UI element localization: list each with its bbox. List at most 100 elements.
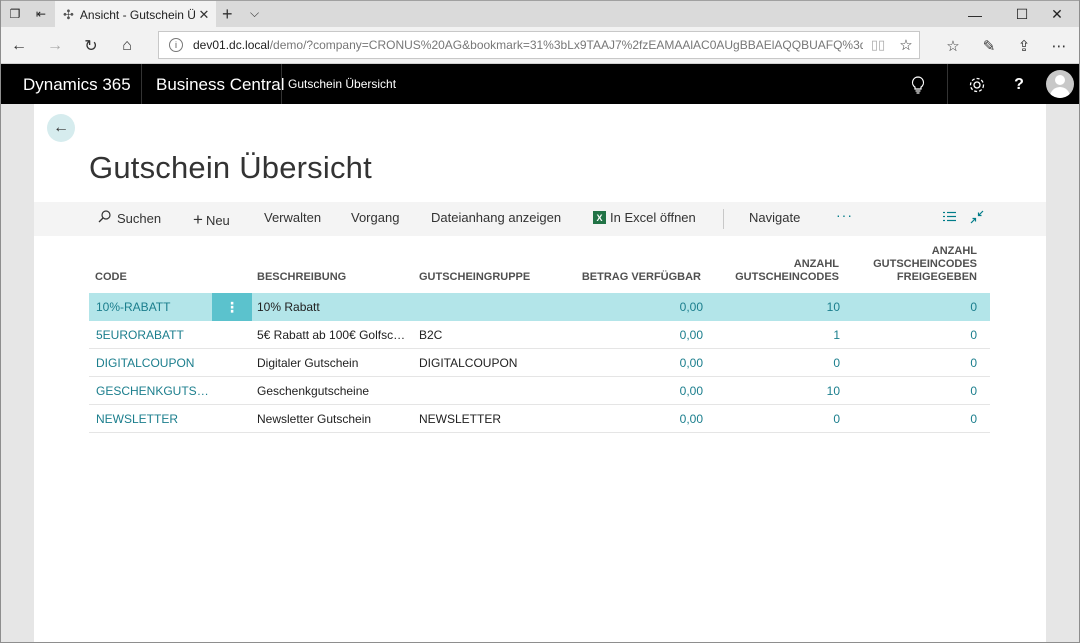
avatar-head xyxy=(1055,75,1065,85)
brand-name[interactable]: Dynamics 365 xyxy=(23,75,131,95)
amount-cell[interactable]: 0,00 xyxy=(680,384,703,398)
back-button[interactable]: ← xyxy=(47,114,75,142)
site-info-icon[interactable]: i xyxy=(169,38,183,52)
table-row[interactable]: GESCHENKGUTSCHE... Geschenkgutscheine 0,… xyxy=(89,377,990,405)
header-page-name: Gutschein Übersicht xyxy=(288,77,397,91)
close-window-icon[interactable]: ✕ xyxy=(1034,1,1080,28)
search-label: Suchen xyxy=(117,210,162,226)
tab-manager-icon[interactable]: ❐ xyxy=(6,5,24,23)
home-icon[interactable]: ⌂ xyxy=(116,35,138,57)
description-cell: Geschenkgutscheine xyxy=(257,384,370,398)
description-cell: Digitaler Gutschein xyxy=(257,356,359,370)
column-header-released-line2: GUTSCHEINCODES xyxy=(873,258,977,270)
count-cell[interactable]: 1 xyxy=(833,328,840,342)
table-row[interactable]: DIGITALCOUPON Digitaler Gutschein DIGITA… xyxy=(89,349,990,377)
close-tab-icon[interactable]: ✕ xyxy=(196,7,212,23)
header-divider xyxy=(141,64,142,104)
released-cell[interactable]: 0 xyxy=(970,412,977,426)
description-cell: 10% Rabatt xyxy=(257,300,320,314)
column-header-count[interactable]: ANZAHL GUTSCHEINCODES xyxy=(735,258,839,284)
web-note-pen-icon[interactable]: ✎ xyxy=(978,35,1000,57)
user-avatar[interactable] xyxy=(1046,70,1074,98)
browser-tab-bar: ❐ ⇤ ✣ Ansicht - Gutschein Übe ✕ + ⌵ — ☐ … xyxy=(0,0,1080,28)
table-row[interactable]: 5EURORABATT 5€ Rabatt ab 100€ Golfschlä.… xyxy=(89,321,990,349)
back-arrow-icon: ← xyxy=(53,119,69,136)
header-divider xyxy=(947,64,948,104)
open-in-excel-label: In Excel öffnen xyxy=(610,210,696,225)
list-view-icon[interactable] xyxy=(943,210,956,225)
more-options-button[interactable]: ··· xyxy=(836,207,853,223)
new-button[interactable]: + Neu xyxy=(193,210,230,230)
reading-view-icon[interactable]: ▯▯ xyxy=(863,37,893,53)
vertical-dots-icon: ⋮ xyxy=(225,298,239,315)
back-arrow-icon[interactable]: ← xyxy=(8,35,30,57)
column-header-count-line1: ANZAHL xyxy=(793,258,839,270)
released-cell[interactable]: 0 xyxy=(970,384,977,398)
count-cell[interactable]: 0 xyxy=(833,412,840,426)
amount-cell[interactable]: 0,00 xyxy=(680,356,703,370)
code-cell[interactable]: DIGITALCOUPON xyxy=(96,356,214,370)
settings-more-icon[interactable]: ⋯ xyxy=(1048,35,1070,57)
code-cell[interactable]: GESCHENKGUTSCHE... xyxy=(96,384,214,398)
column-header-code[interactable]: CODE xyxy=(95,271,127,284)
column-header-released-line3: FREIGEGEBEN xyxy=(896,271,977,283)
code-cell[interactable]: 10%-RABATT xyxy=(96,300,214,314)
gear-icon[interactable] xyxy=(966,74,988,96)
lightbulb-icon[interactable] xyxy=(907,74,929,96)
refresh-icon[interactable]: ↻ xyxy=(80,35,102,57)
browser-address-bar: ← → ↻ ⌂ i dev01.dc.local /demo/?company=… xyxy=(0,27,1080,64)
navigate-button[interactable]: Navigate xyxy=(749,210,800,225)
product-name[interactable]: Business Central xyxy=(156,75,285,95)
amount-cell[interactable]: 0,00 xyxy=(680,328,703,342)
forward-arrow-icon[interactable]: → xyxy=(44,35,66,57)
search-button[interactable]: Suchen xyxy=(98,210,161,226)
favorite-star-icon[interactable]: ☆ xyxy=(893,36,919,54)
browser-tab-title: Ansicht - Gutschein Übe xyxy=(79,7,196,22)
row-actions-button[interactable]: ⋮ xyxy=(212,293,252,321)
column-header-description[interactable]: BESCHREIBUNG xyxy=(257,271,346,284)
group-cell: B2C xyxy=(419,328,443,342)
new-label: Neu xyxy=(205,212,230,228)
description-cell: Newsletter Gutschein xyxy=(257,412,372,426)
new-tab-icon[interactable]: + xyxy=(222,4,233,25)
search-icon xyxy=(98,210,111,226)
count-cell[interactable]: 10 xyxy=(827,300,840,314)
page-title: Gutschein Übersicht xyxy=(89,150,372,185)
count-cell[interactable]: 10 xyxy=(827,384,840,398)
column-header-released[interactable]: ANZAHL GUTSCHEINCODES FREIGEGEBEN xyxy=(873,245,977,284)
column-header-group[interactable]: GUTSCHEINGRUPPE xyxy=(419,271,530,284)
group-cell: DIGITALCOUPON xyxy=(419,356,518,370)
manage-button[interactable]: Verwalten xyxy=(264,210,321,225)
action-separator xyxy=(723,209,724,229)
table-row[interactable]: NEWSLETTER Newsletter Gutschein NEWSLETT… xyxy=(89,405,990,433)
amount-cell[interactable]: 0,00 xyxy=(680,412,703,426)
column-header-count-line2: GUTSCHEINCODES xyxy=(735,271,839,283)
code-cell[interactable]: 5EURORABATT xyxy=(96,328,214,342)
released-cell[interactable]: 0 xyxy=(970,328,977,342)
help-question-icon[interactable]: ? xyxy=(1008,74,1030,96)
share-icon[interactable]: ⇪ xyxy=(1013,35,1035,57)
url-path: /demo/?company=CRONUS%20AG&bookmark=31%3… xyxy=(269,38,863,52)
collapse-icon[interactable] xyxy=(970,210,984,227)
process-button[interactable]: Vorgang xyxy=(351,210,399,225)
column-header-released-line1: ANZAHL xyxy=(931,245,977,257)
table-row[interactable]: 10%-RABATT ⋮ 10% Rabatt 0,00 10 0 xyxy=(89,293,990,321)
url-field[interactable]: i dev01.dc.local /demo/?company=CRONUS%2… xyxy=(158,31,920,59)
column-header-amount[interactable]: BETRAG VERFÜGBAR xyxy=(582,271,701,284)
released-cell[interactable]: 0 xyxy=(970,356,977,370)
show-attachment-button[interactable]: Dateianhang anzeigen xyxy=(431,210,561,225)
app-header: Dynamics 365 Business Central Gutschein … xyxy=(1,64,1079,104)
group-cell: NEWSLETTER xyxy=(419,412,502,426)
count-cell[interactable]: 0 xyxy=(833,356,840,370)
favorites-hub-icon[interactable]: ☆ xyxy=(942,35,964,57)
set-aside-tabs-icon[interactable]: ⇤ xyxy=(32,5,50,23)
code-cell[interactable]: NEWSLETTER xyxy=(96,412,214,426)
tab-preview-chevron-icon[interactable]: ⌵ xyxy=(250,6,259,21)
window-frame-left xyxy=(0,0,1,643)
open-in-excel-button[interactable]: X In Excel öffnen xyxy=(593,210,696,225)
url-host: dev01.dc.local xyxy=(193,38,270,52)
minimize-icon[interactable]: — xyxy=(952,1,998,28)
released-cell[interactable]: 0 xyxy=(970,300,977,314)
amount-cell[interactable]: 0,00 xyxy=(680,300,703,314)
browser-tab[interactable]: ✣ Ansicht - Gutschein Übe ✕ xyxy=(55,1,216,28)
